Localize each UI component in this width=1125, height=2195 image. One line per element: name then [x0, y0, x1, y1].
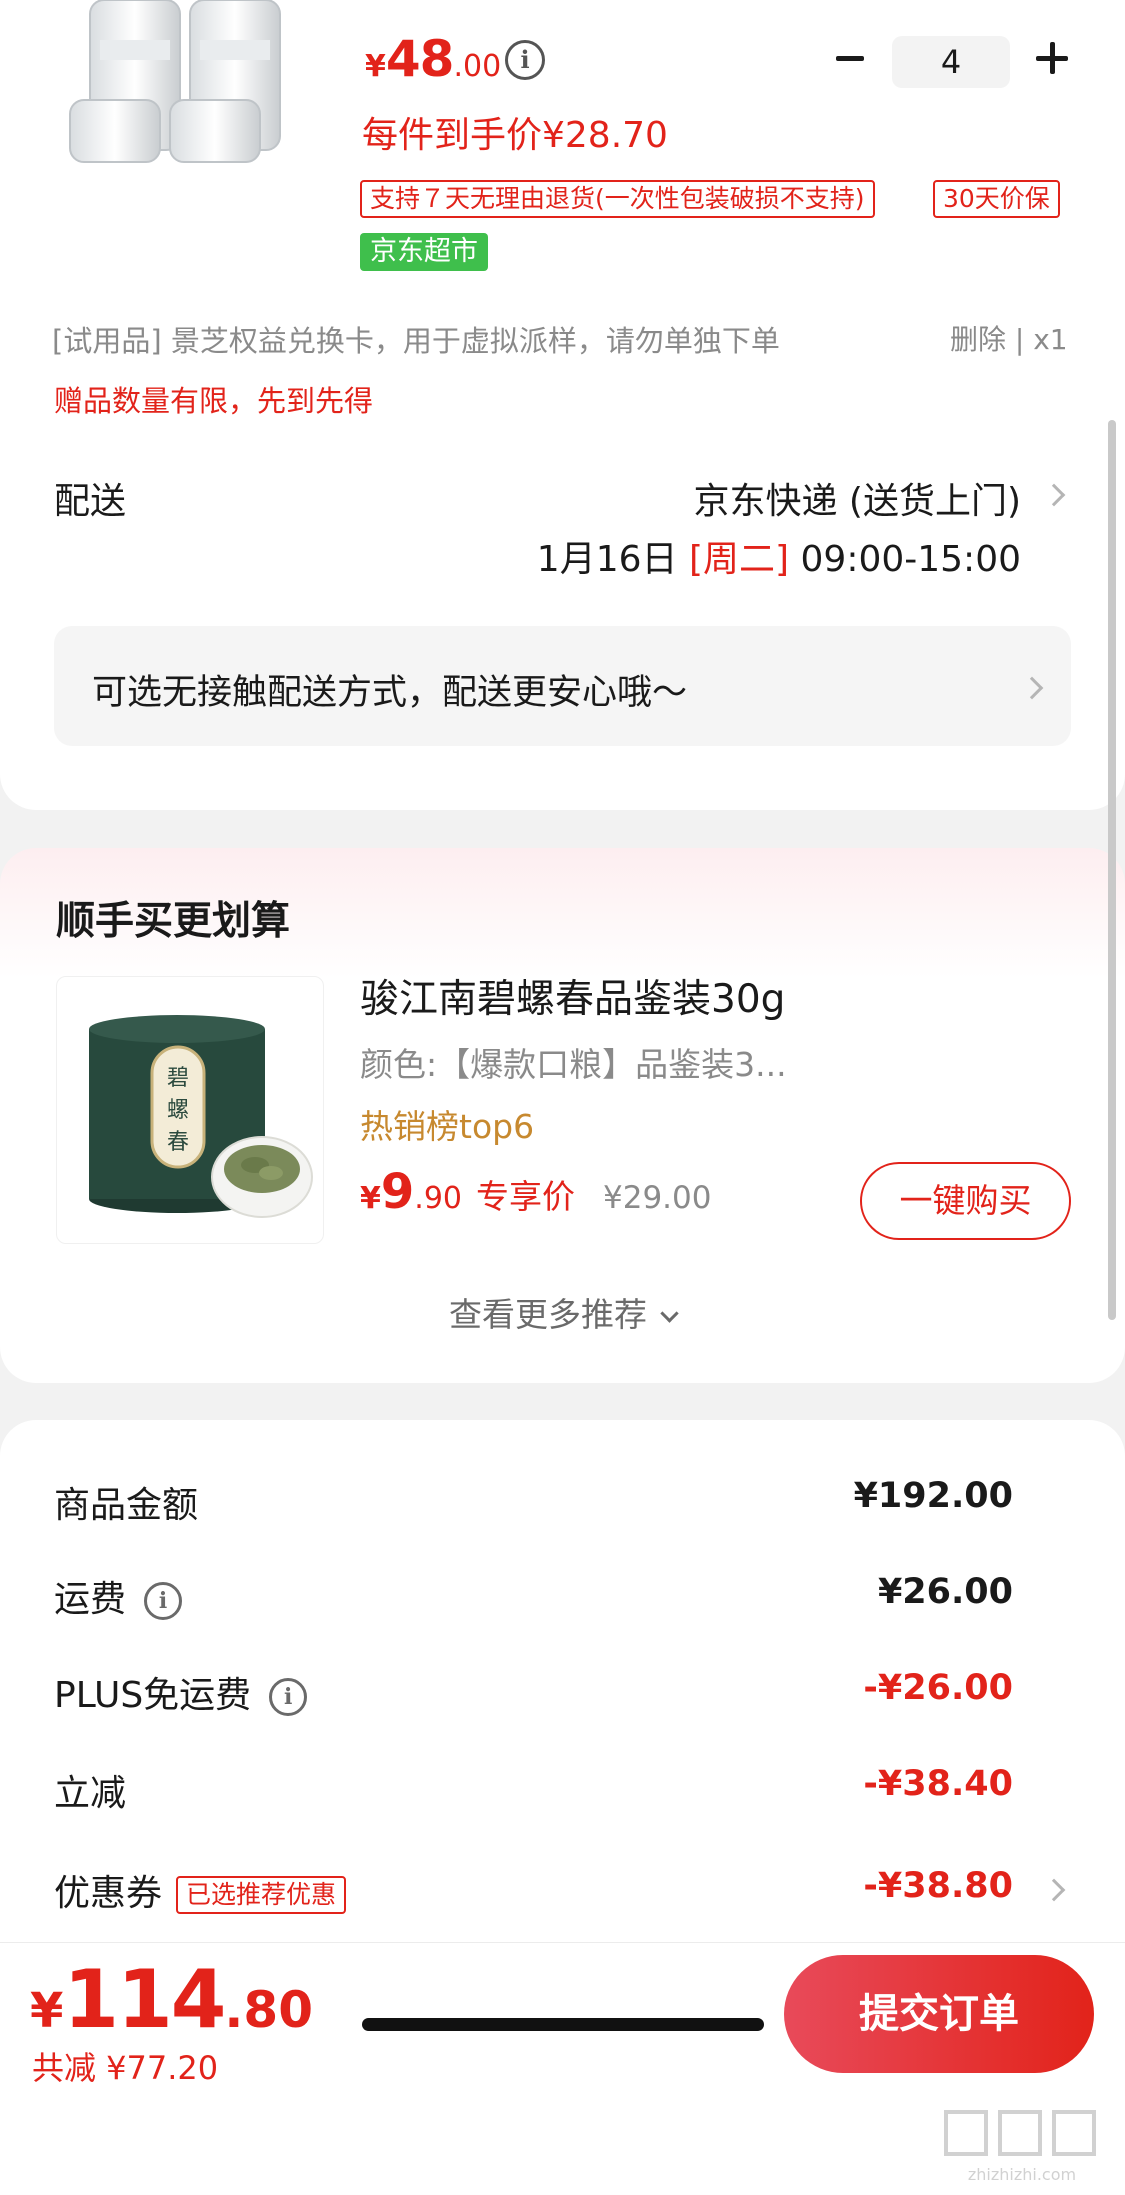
- info-icon[interactable]: i: [269, 1678, 308, 1716]
- instant-discount-value: -¥38.40: [863, 1764, 1013, 1804]
- delivery-weekday: [周二]: [688, 539, 790, 580]
- coupon-label: 优惠券: [54, 1873, 163, 1914]
- quantity-stepper[interactable]: 4: [892, 36, 1010, 88]
- watermark-text: zhizhizhi.com: [968, 2165, 1076, 2184]
- can-label-char-1: 碧: [167, 1066, 189, 1091]
- product-image[interactable]: [60, 0, 310, 165]
- total-saved: 共减 ¥77.20: [32, 2049, 219, 2087]
- plus-free-shipping-row: PLUS免运费 i: [54, 1666, 308, 1718]
- product-card: ¥48.00 i 4 每件到手价¥28.70 支持７天无理由退货(一次性包装破损…: [0, 0, 1125, 810]
- contactless-text: 可选无接触配送方式，配送更安心哦～: [92, 673, 688, 713]
- coupon-row[interactable]: 优惠券 已选推荐优惠: [54, 1864, 347, 1916]
- recommend-product-image[interactable]: 碧 螺 春: [56, 976, 324, 1244]
- recommend-title: 顺手买更划算: [56, 899, 291, 944]
- chevron-down-icon: [660, 1304, 679, 1323]
- home-indicator[interactable]: [362, 2018, 764, 2031]
- plus-free-shipping-label: PLUS免运费: [54, 1675, 252, 1716]
- delivery-date: 1月16日: [536, 539, 678, 580]
- rec-price-integer: 9: [380, 1164, 415, 1220]
- product-price: ¥48.00: [365, 30, 501, 88]
- delivery-time[interactable]: 1月16日 [周二] 09:00-15:00: [537, 530, 1021, 582]
- rec-price-label: 专享价: [476, 1177, 575, 1216]
- delivery-hours: 09:00-15:00: [800, 539, 1021, 580]
- price-decimal: .00: [453, 49, 502, 84]
- recommend-card: 顺手买更划算 碧 螺 春 骏江南碧螺春品鉴装30g 颜色:【爆款口粮】品鉴装3.…: [0, 848, 1125, 1383]
- recommend-product-variant: 颜色:【爆款口粮】品鉴装3...: [360, 1045, 787, 1084]
- can-label-char-3: 春: [167, 1130, 189, 1155]
- info-icon[interactable]: i: [144, 1582, 183, 1620]
- coupon-value[interactable]: -¥38.80: [863, 1866, 1013, 1906]
- chevron-right-icon[interactable]: [1042, 483, 1066, 507]
- watermark-logo: zhizhizhi.com: [944, 2110, 1096, 2184]
- shipping-fee-label: 运费: [54, 1579, 127, 1620]
- recommend-product-name[interactable]: 骏江南碧螺春品鉴装30g: [360, 968, 785, 1024]
- trial-delete-link[interactable]: 删除 | x1: [950, 318, 1068, 358]
- more-recommend-label: 查看更多推荐: [449, 1295, 647, 1334]
- trial-item-text: [试用品] 景芝权益兑换卡，用于虚拟派样，请勿单独下单: [52, 324, 780, 358]
- price-currency: ¥: [365, 49, 386, 84]
- plus-icon[interactable]: [1030, 36, 1074, 80]
- delivery-label: 配送: [54, 481, 127, 522]
- gift-note: 赠品数量有限，先到先得: [54, 384, 374, 418]
- goods-amount-label: 商品金额: [54, 1485, 199, 1526]
- delivery-method[interactable]: 京东快递 (送货上门): [693, 472, 1021, 524]
- price-protect-badge: 30天价保: [933, 180, 1060, 218]
- recommend-rank-badge: 热销榜top6: [360, 1107, 535, 1146]
- return-policy-badge: 支持７天无理由退货(一次性包装破损不支持): [360, 180, 875, 218]
- rec-original-price: ¥29.00: [603, 1180, 712, 1216]
- total-decimal: .80: [224, 1981, 313, 2039]
- rec-price-decimal: .90: [414, 1181, 462, 1216]
- chevron-right-icon: [1020, 676, 1044, 700]
- goods-amount-value: ¥192.00: [853, 1476, 1013, 1516]
- plus-free-shipping-value: -¥26.00: [863, 1668, 1013, 1708]
- jd-market-badge: 京东超市: [360, 233, 488, 271]
- shipping-fee-value: ¥26.00: [877, 1572, 1013, 1612]
- more-recommend-link[interactable]: 查看更多推荐: [0, 1288, 1125, 1336]
- scrollbar[interactable]: [1108, 420, 1116, 1320]
- submit-order-button[interactable]: 提交订单: [784, 1955, 1094, 2073]
- total-currency: ¥: [30, 1983, 64, 2039]
- tea-can-image: 碧 螺 春: [89, 1015, 313, 1218]
- contactless-delivery-option[interactable]: 可选无接触配送方式，配送更安心哦～: [54, 626, 1071, 746]
- total-price: ¥114.80: [30, 1953, 313, 2046]
- recommend-price: ¥9.90 专享价 ¥29.00: [360, 1164, 711, 1220]
- can-label-char-2: 螺: [167, 1098, 189, 1123]
- chevron-right-icon[interactable]: [1042, 1878, 1066, 1902]
- price-integer: 48: [385, 30, 455, 88]
- minus-icon[interactable]: [828, 36, 872, 80]
- per-piece-price: 每件到手价¥28.70: [362, 115, 668, 156]
- rec-price-currency: ¥: [360, 1181, 381, 1216]
- total-integer: 114: [63, 1953, 226, 2046]
- instant-discount-label: 立减: [54, 1773, 127, 1814]
- order-summary-card: 商品金额 ¥192.00 运费 i ¥26.00 PLUS免运费 i -¥26.00…: [0, 1420, 1125, 1980]
- coupon-selected-badge: 已选推荐优惠: [176, 1876, 347, 1914]
- info-icon[interactable]: i: [505, 40, 545, 80]
- shipping-fee-row: 运费 i: [54, 1570, 183, 1622]
- one-click-buy-button[interactable]: 一键购买: [860, 1162, 1071, 1240]
